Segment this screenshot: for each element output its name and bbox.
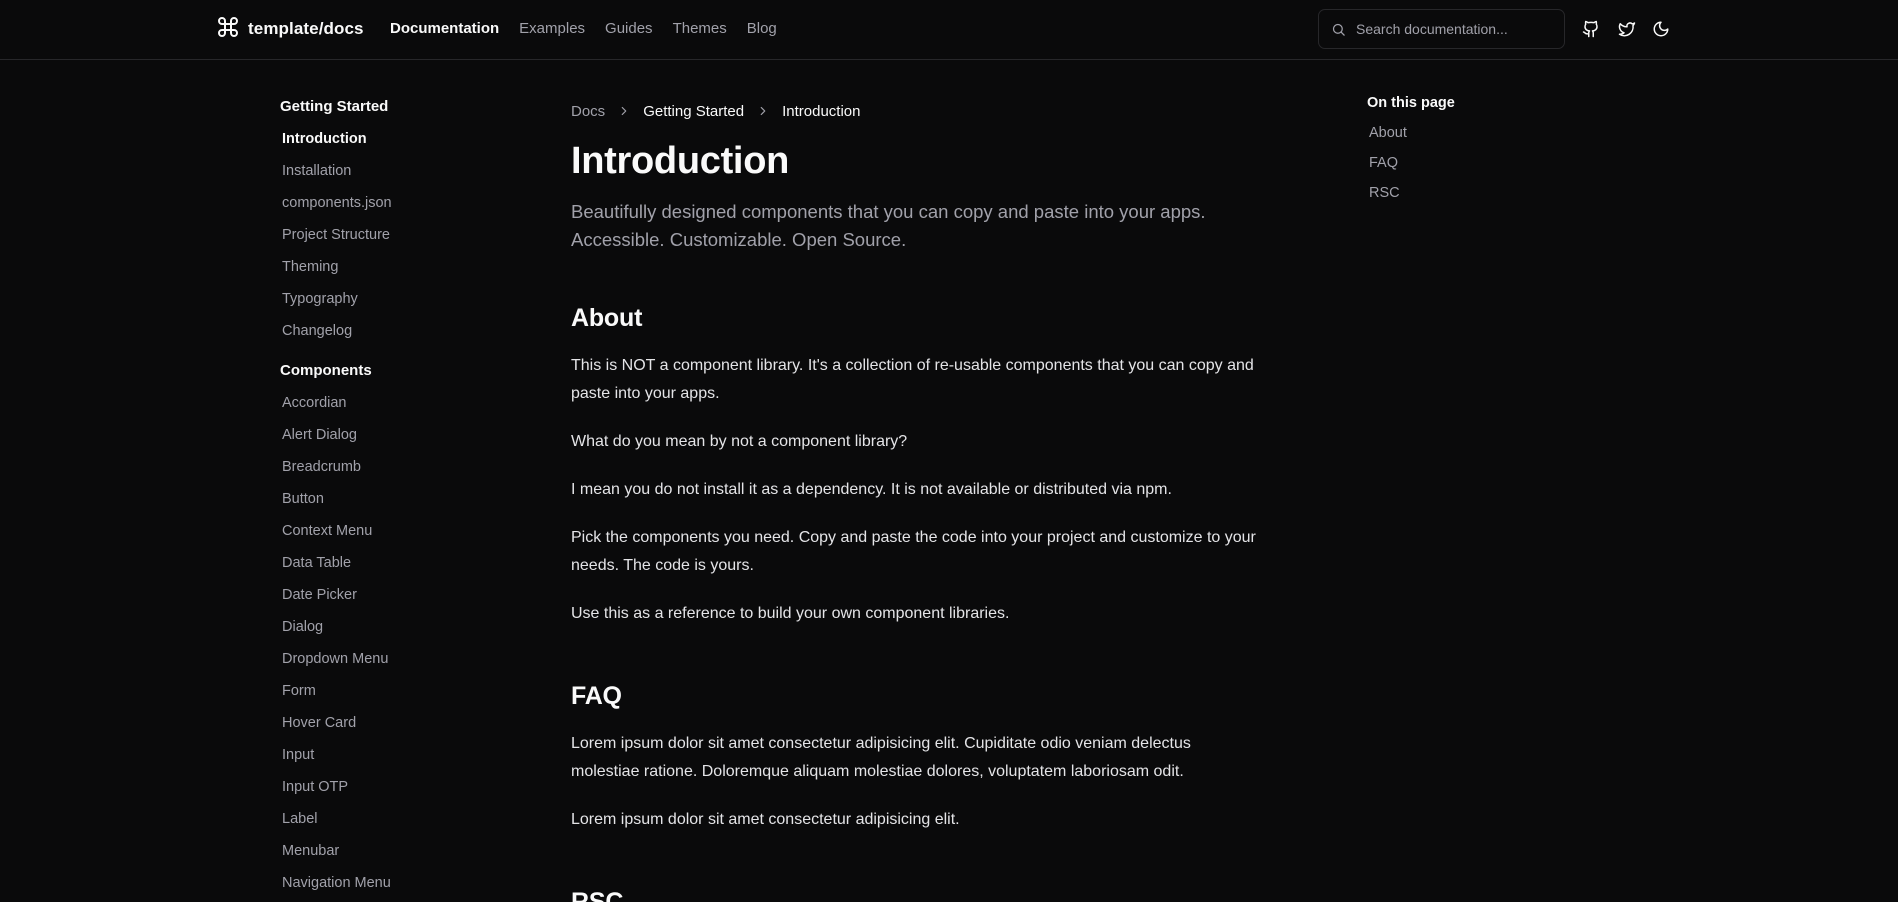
sidebar-item-dialog[interactable]: Dialog: [282, 616, 520, 648]
toc-list: About FAQ RSC: [1369, 122, 1567, 212]
sidebar-item-input-otp[interactable]: Input OTP: [282, 776, 520, 808]
faq-paragraph: Lorem ipsum dolor sit amet consectetur a…: [571, 735, 1191, 780]
toc-item-rsc[interactable]: RSC: [1369, 182, 1567, 212]
breadcrumb: Docs Getting Started Introduction: [571, 100, 1261, 122]
brand-link[interactable]: template/docs: [216, 15, 364, 44]
nav-documentation[interactable]: Documentation: [390, 19, 499, 39]
top-header: template/docs Documentation Examples Gui…: [0, 0, 1898, 60]
doc-content: Docs Getting Started Introduction Introd…: [571, 100, 1261, 902]
section-heading-about: About: [571, 304, 643, 332]
search-icon: [1331, 22, 1346, 37]
nav-themes[interactable]: Themes: [673, 19, 727, 39]
sidebar-item-dropdown-menu[interactable]: Dropdown Menu: [282, 648, 520, 680]
sidebar-item-button[interactable]: Button: [282, 488, 520, 520]
chevron-right-icon: [617, 104, 631, 118]
sidebar-item-label[interactable]: Label: [282, 808, 520, 840]
breadcrumb-getting-started[interactable]: Getting Started: [643, 103, 744, 120]
sidebar-list: Introduction Installation components.jso…: [282, 128, 520, 352]
sidebar-item-typography[interactable]: Typography: [282, 288, 520, 320]
nav-examples[interactable]: Examples: [519, 19, 585, 39]
twitter-icon[interactable]: [1616, 18, 1638, 40]
sidebar-item-installation[interactable]: Installation: [282, 160, 520, 192]
toc-item-faq[interactable]: FAQ: [1369, 152, 1567, 182]
table-of-contents: On this page About FAQ RSC: [1367, 92, 1567, 212]
sidebar-item-accordian[interactable]: Accordian: [282, 392, 520, 424]
sidebar-group-components: Components Accordian Alert Dialog Breadc…: [280, 360, 520, 902]
sidebar-item-hover-card[interactable]: Hover Card: [282, 712, 520, 744]
toc-item-about[interactable]: About: [1369, 122, 1567, 152]
moon-icon[interactable]: [1650, 18, 1672, 40]
about-paragraph: I mean you do not install it as a depend…: [571, 481, 1172, 498]
about-paragraph: What do you mean by not a component libr…: [571, 433, 908, 450]
sidebar-item-alert-dialog[interactable]: Alert Dialog: [282, 424, 520, 456]
search-input[interactable]: [1356, 21, 1551, 37]
nav-guides[interactable]: Guides: [605, 19, 653, 39]
page-lead: Beautifully designed components that you…: [571, 201, 1206, 250]
section-heading-rsc: RSC: [571, 888, 624, 902]
sidebar-item-form[interactable]: Form: [282, 680, 520, 712]
about-paragraph: This is NOT a component library. It's a …: [571, 357, 1254, 402]
sidebar-item-introduction[interactable]: Introduction: [282, 128, 520, 160]
about-paragraph: Pick the components you need. Copy and p…: [571, 529, 1256, 574]
sidebar-item-context-menu[interactable]: Context Menu: [282, 520, 520, 552]
sidebar-item-input[interactable]: Input: [282, 744, 520, 776]
sidebar-item-changelog[interactable]: Changelog: [282, 320, 520, 352]
sidebar-list: Accordian Alert Dialog Breadcrumb Button…: [282, 392, 520, 902]
docs-sidebar: Getting Started Introduction Installatio…: [280, 96, 520, 902]
sidebar-item-components-json[interactable]: components.json: [282, 192, 520, 224]
sidebar-item-menubar[interactable]: Menubar: [282, 840, 520, 872]
sidebar-item-date-picker[interactable]: Date Picker: [282, 584, 520, 616]
github-icon[interactable]: [1580, 18, 1602, 40]
top-nav: Documentation Examples Guides Themes Blo…: [390, 19, 777, 39]
sidebar-heading: Getting Started: [280, 98, 389, 115]
brand-name: template/docs: [248, 19, 364, 38]
section-heading-faq: FAQ: [571, 682, 622, 710]
sidebar-group-getting-started: Getting Started Introduction Installatio…: [280, 96, 520, 352]
command-icon: [216, 15, 240, 44]
sidebar-item-navigation-menu[interactable]: Navigation Menu: [282, 872, 520, 902]
breadcrumb-docs[interactable]: Docs: [571, 103, 605, 120]
sidebar-item-project-structure[interactable]: Project Structure: [282, 224, 520, 256]
nav-blog[interactable]: Blog: [747, 19, 777, 39]
chevron-right-icon: [756, 104, 770, 118]
sidebar-item-data-table[interactable]: Data Table: [282, 552, 520, 584]
breadcrumb-current: Introduction: [782, 102, 861, 120]
toc-title: On this page: [1367, 95, 1455, 111]
sidebar-item-breadcrumb[interactable]: Breadcrumb: [282, 456, 520, 488]
sidebar-heading: Components: [280, 362, 372, 379]
faq-paragraph: Lorem ipsum dolor sit amet consectetur a…: [571, 811, 960, 828]
page-title: Introduction: [571, 140, 790, 182]
search-box[interactable]: [1318, 9, 1565, 49]
about-paragraph: Use this as a reference to build your ow…: [571, 605, 1010, 622]
sidebar-item-theming[interactable]: Theming: [282, 256, 520, 288]
